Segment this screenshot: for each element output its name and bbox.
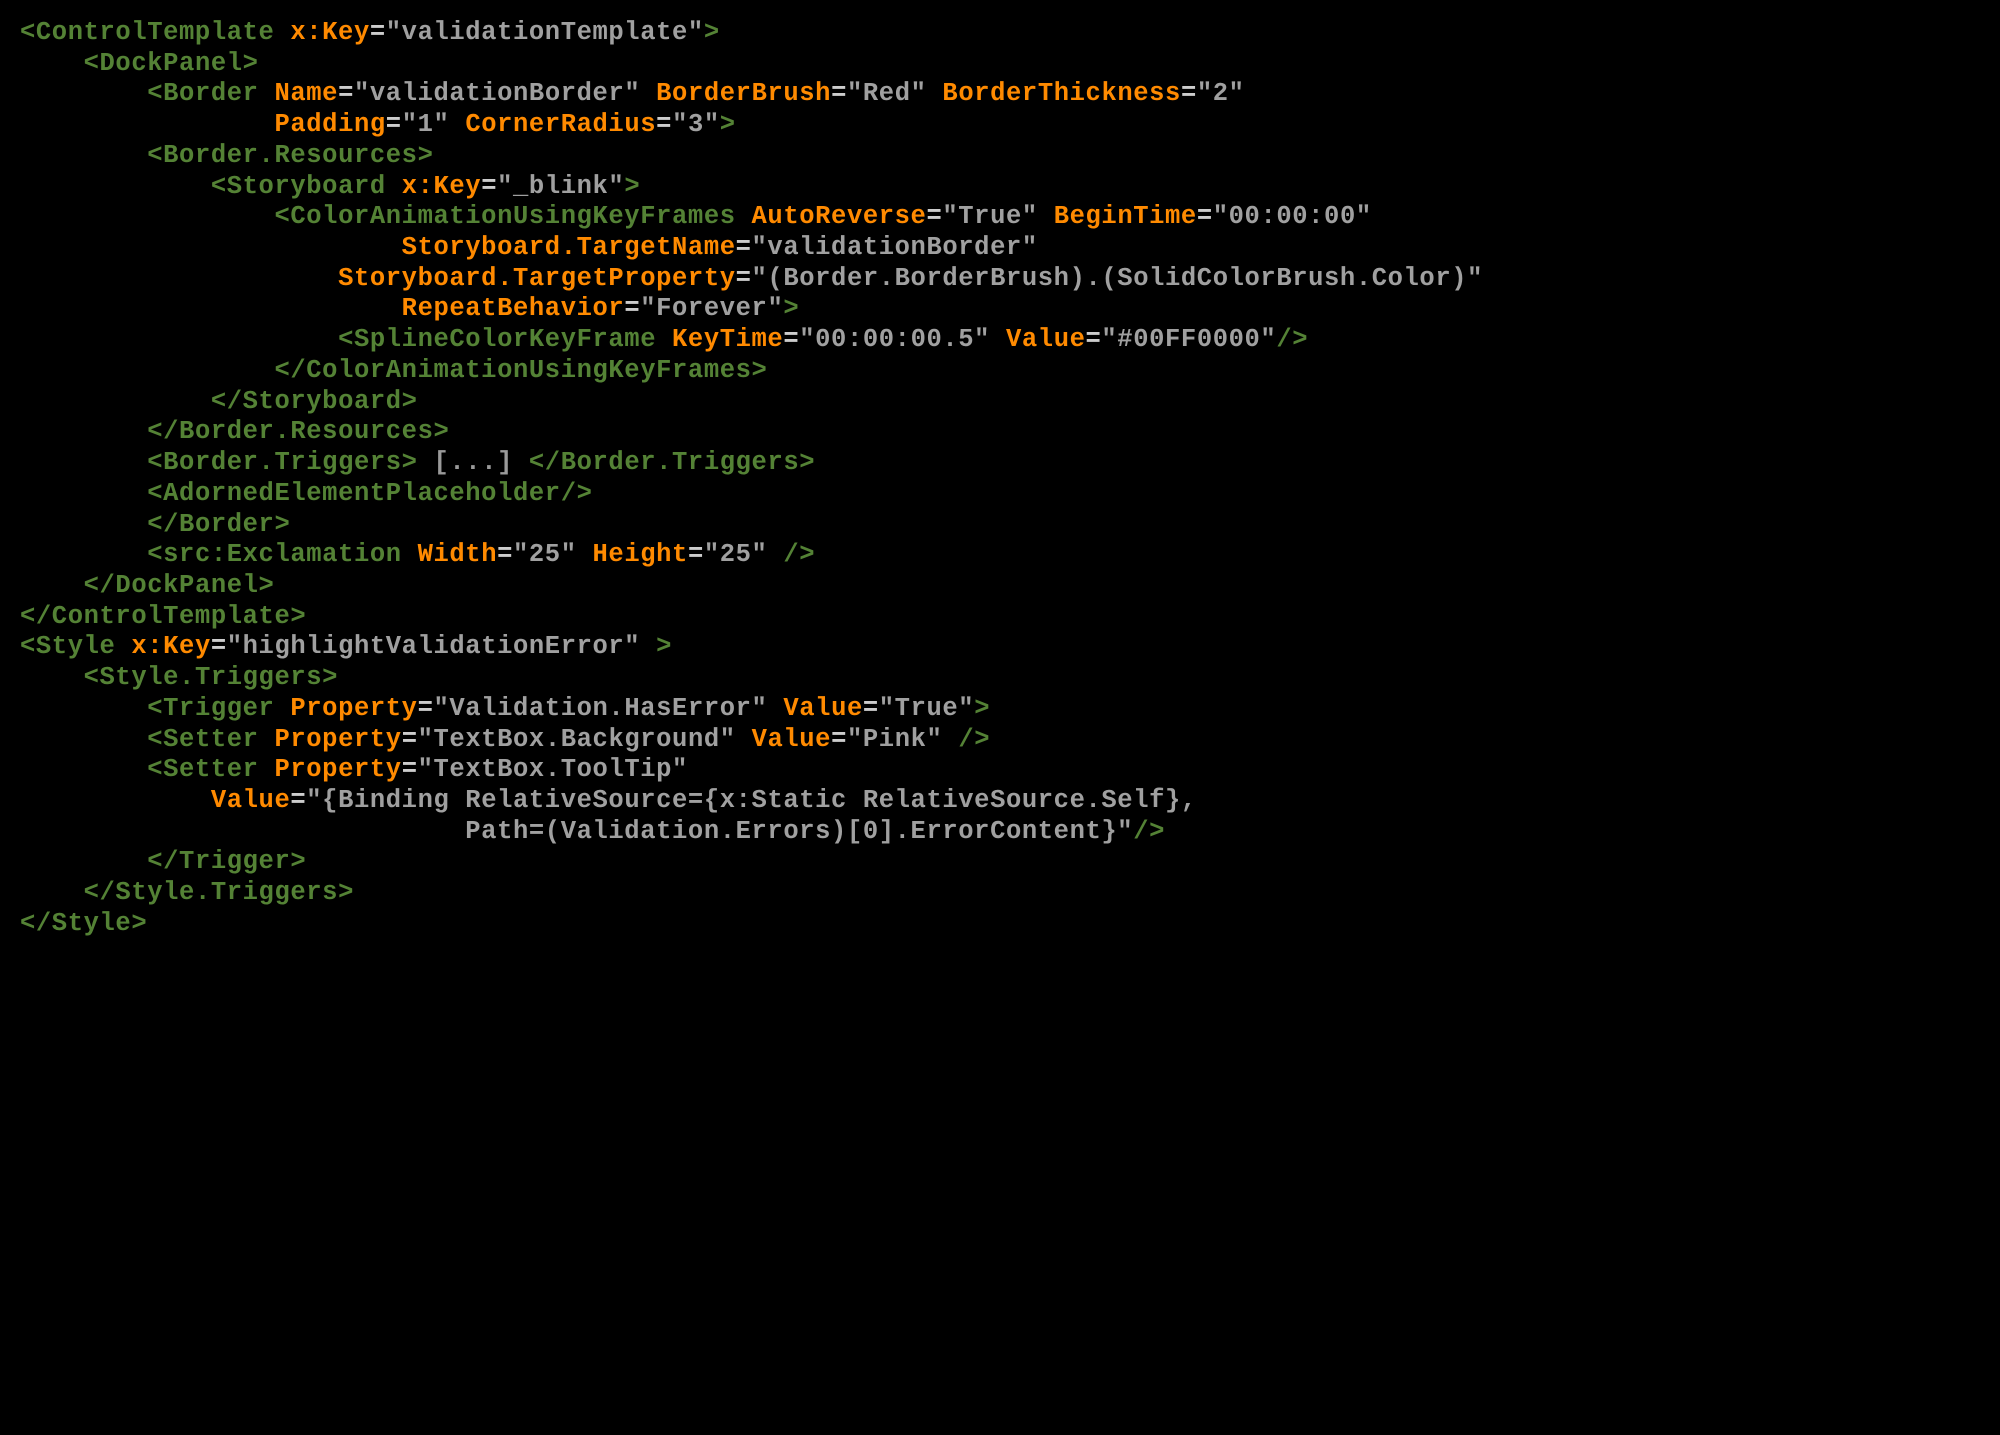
code-line: Path=(Validation.Errors)[0].ErrorContent… <box>20 817 1165 846</box>
code-line: <Border Name="validationBorder" BorderBr… <box>20 79 1245 108</box>
code-line: <Style x:Key="highlightValidationError" … <box>20 632 672 661</box>
code-line: <ControlTemplate x:Key="validationTempla… <box>20 18 720 47</box>
code-line: RepeatBehavior="Forever"> <box>20 294 799 323</box>
code-line: </Trigger> <box>20 847 306 876</box>
code-line: <src:Exclamation Width="25" Height="25" … <box>20 540 815 569</box>
code-line: </Storyboard> <box>20 387 418 416</box>
code-line: </ColorAnimationUsingKeyFrames> <box>20 356 767 385</box>
code-line: <AdornedElementPlaceholder/> <box>20 479 593 508</box>
code-line: <Trigger Property="Validation.HasError" … <box>20 694 990 723</box>
code-block: <ControlTemplate x:Key="validationTempla… <box>0 0 2000 958</box>
code-line: </DockPanel> <box>20 571 274 600</box>
code-line: <Border.Resources> <box>20 141 433 170</box>
code-line: </ControlTemplate> <box>20 602 306 631</box>
code-line: <Style.Triggers> <box>20 663 338 692</box>
code-line: </Style> <box>20 909 147 938</box>
code-line: <Storyboard x:Key="_blink"> <box>20 172 640 201</box>
code-line: <ColorAnimationUsingKeyFrames AutoRevers… <box>20 202 1372 231</box>
code-line: <Setter Property="TextBox.Background" Va… <box>20 725 990 754</box>
code-line: Value="{Binding RelativeSource={x:Static… <box>20 786 1197 815</box>
code-line: Storyboard.TargetName="validationBorder" <box>20 233 1038 262</box>
code-line: </Border.Resources> <box>20 417 449 446</box>
code-line: Padding="1" CornerRadius="3"> <box>20 110 736 139</box>
code-line: <Border.Triggers> [...] </Border.Trigger… <box>20 448 815 477</box>
code-line: <SplineColorKeyFrame KeyTime="00:00:00.5… <box>20 325 1308 354</box>
code-line: <Setter Property="TextBox.ToolTip" <box>20 755 688 784</box>
code-line: Storyboard.TargetProperty="(Border.Borde… <box>20 264 1483 293</box>
code-line: </Border> <box>20 510 290 539</box>
code-line: </Style.Triggers> <box>20 878 354 907</box>
code-line: <DockPanel> <box>20 49 259 78</box>
